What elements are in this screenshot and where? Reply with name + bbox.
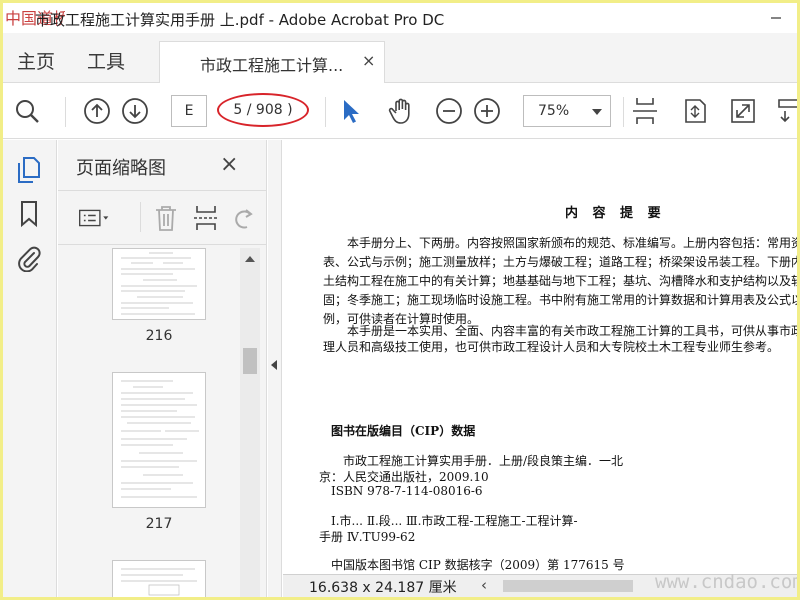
toolbar-divider: [65, 97, 66, 127]
thumbnails-panel: 页面缩略图 × 216 217: [58, 140, 267, 597]
toolbar-divider: [325, 97, 326, 127]
cip-heading: 图书在版编目（CIP）数据: [331, 424, 476, 438]
tab-bar: 主页 工具 市政工程施工计算... ×: [3, 33, 797, 83]
thumbnail-scrollbar[interactable]: [240, 248, 260, 597]
minimize-button[interactable]: [753, 3, 797, 33]
page-arrows-icon: [685, 99, 706, 123]
hand-icon: [388, 98, 410, 124]
panel-collapse-handle[interactable]: [268, 140, 282, 597]
search-button[interactable]: [11, 95, 43, 127]
full-screen-button[interactable]: [727, 95, 759, 127]
expand-icon: [731, 99, 755, 123]
cip-text-line: 京：人民交通出版社，2009.10: [319, 470, 489, 484]
document-text-line: 表、公式与示例；施工测量放样；土方与爆破工程；道路工程；桥梁架设吊装工程。下册内…: [323, 255, 797, 269]
page-dimensions: 16.638 x 24.187 厘米: [309, 580, 457, 596]
chevron-left-icon: [271, 360, 277, 370]
document-text-line: 本手册是一本实用、全面、内容丰富的有关市政工程施工计算的工具书，可供从事市政工: [347, 324, 797, 338]
site-watermark: www.cndao.com: [655, 571, 797, 593]
thumbnail-options-button[interactable]: [78, 202, 110, 234]
scroll-up-arrow-icon[interactable]: [245, 256, 255, 262]
horizontal-scrollbar-thumb[interactable]: [503, 580, 633, 592]
close-tab-button[interactable]: ×: [362, 51, 375, 70]
select-tool-button[interactable]: [335, 95, 367, 127]
rotate-icon: [235, 209, 253, 229]
navigation-rail: [3, 140, 57, 597]
cip-text-line: ISBN 978-7-114-08016-6: [331, 484, 483, 498]
panel-divider: [58, 190, 267, 191]
attachments-button[interactable]: [15, 244, 43, 272]
scroll-left-button[interactable]: ‹: [481, 576, 487, 594]
page-number-input[interactable]: E: [171, 95, 207, 127]
zoom-level-select[interactable]: 75%: [523, 95, 611, 127]
trash-icon: [156, 206, 176, 231]
cursor-arrow-icon: [344, 100, 359, 123]
search-icon: [16, 100, 39, 123]
tab-tools[interactable]: 工具: [87, 47, 125, 74]
hand-tool-button[interactable]: [385, 95, 417, 127]
cip-text-line: 中国版本图书馆 CIP 数据核字（2009）第 177615 号: [331, 558, 625, 572]
page-thumbnail[interactable]: [112, 248, 206, 320]
split-page-button[interactable]: [190, 202, 222, 234]
toolbar-divider: [623, 97, 624, 127]
delete-page-button[interactable]: [150, 202, 182, 234]
page-thumbnails-button[interactable]: [15, 156, 43, 184]
page-thumbnail[interactable]: [112, 372, 206, 508]
toolbar: E 5 / 908 ) 75%: [3, 83, 797, 139]
bookmark-icon: [21, 201, 37, 228]
tab-home[interactable]: 主页: [17, 47, 55, 74]
zoom-level-value: 75%: [538, 103, 570, 119]
acrobat-window: 中国道桥网 市政工程施工计算实用手册 上.pdf - Adobe Acrobat…: [3, 3, 797, 597]
tab-document[interactable]: 市政工程施工计算... ×: [159, 41, 385, 83]
document-text-line: 固；冬季施工；施工现场临时设施工程。书中附有施工常用的计算数据和计算用表及公式以: [323, 293, 797, 307]
page-preview: [121, 568, 197, 596]
document-heading: 内 容 提 要: [565, 206, 666, 221]
cip-text-line: 手册 Ⅳ.TU99-62: [319, 530, 416, 544]
panel-title: 页面缩略图: [76, 158, 166, 179]
close-panel-button[interactable]: ×: [220, 152, 238, 177]
thumbnail-page-number: 217: [145, 516, 173, 532]
panel-tool-divider: [140, 202, 141, 232]
paperclip-icon: [18, 246, 41, 272]
fit-page-button[interactable]: [629, 95, 661, 127]
page-display-button[interactable]: [679, 95, 711, 127]
pages-icon: [18, 157, 40, 183]
zoom-in-icon: [474, 98, 500, 124]
split-icon: [194, 206, 218, 230]
page-preview: [121, 252, 197, 315]
zoom-in-button[interactable]: [471, 95, 503, 127]
scrollbar-thumb[interactable]: [243, 348, 257, 374]
document-view[interactable]: 内 容 提 要 本手册分上、下两册。内容按照国家新颁布的规范、标准编写。上册内容…: [283, 140, 797, 574]
options-menu-icon: [79, 209, 109, 227]
document-text-line: 土结构工程在施工中的有关计算；地基基础与地下工程；基坑、沟槽降水和支护结构以及软…: [323, 274, 797, 288]
page-count: 5 / 908 ): [217, 93, 309, 127]
page-thumbnail[interactable]: [112, 560, 206, 597]
panel-divider: [58, 244, 267, 245]
thumbnail-page-number: 216: [145, 328, 173, 344]
bookmarks-button[interactable]: [15, 200, 43, 228]
more-tools-button[interactable]: [773, 95, 797, 127]
arrow-up-circle-icon: [84, 98, 110, 124]
chevron-down-icon: [592, 109, 602, 115]
window-title: 市政工程施工计算实用手册 上.pdf - Adobe Acrobat Pro D…: [35, 11, 445, 29]
document-tab-label: 市政工程施工计算...: [200, 56, 344, 75]
cip-text-line: Ⅰ.市... Ⅱ.段... Ⅲ.市政工程-工程施工-工程计算-: [331, 514, 578, 528]
arrow-down-circle-icon: [122, 98, 148, 124]
next-page-button[interactable]: [119, 95, 151, 127]
rotate-page-button[interactable]: [228, 202, 260, 234]
fit-page-icon: [633, 98, 657, 124]
scroll-mode-icon: [778, 99, 797, 123]
title-bar: 中国道桥网 市政工程施工计算实用手册 上.pdf - Adobe Acrobat…: [3, 3, 797, 33]
zoom-out-icon: [436, 98, 462, 124]
zoom-out-button[interactable]: [433, 95, 465, 127]
document-text-line: 理人员和高级技工使用，也可供市政工程设计人员和大专院校土木工程专业师生参考。: [323, 340, 780, 354]
page-preview: [121, 380, 199, 498]
document-text-line: 本手册分上、下两册。内容按照国家新颁布的规范、标准编写。上册内容包括：常用资料: [347, 236, 797, 250]
cip-text-line: 市政工程施工计算实用手册．上册/段良策主编．一北: [343, 454, 624, 468]
minimize-icon: [771, 17, 781, 19]
previous-page-button[interactable]: [81, 95, 113, 127]
